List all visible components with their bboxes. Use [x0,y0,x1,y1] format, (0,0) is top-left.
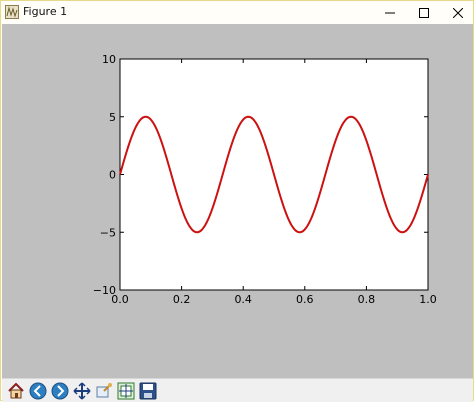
back-button[interactable] [27,380,48,401]
x-tick-label: 0.8 [358,293,376,306]
home-button[interactable] [5,380,26,401]
y-tick-label: 0 [109,169,116,182]
x-tick-label: 0.6 [296,293,314,306]
home-icon [7,382,24,398]
subplots-icon [117,382,134,399]
forward-button[interactable] [49,380,70,401]
minimize-icon [385,12,395,13]
figure-window: Figure 1 0.0 0.2 0.4 0.6 0.8 1.0 10 5 0 −5 −10 [0,0,474,402]
window-title: Figure 1 [23,5,68,18]
subplots-button[interactable] [115,380,136,401]
zoom-button[interactable] [93,380,114,401]
y-tick-label: 10 [102,53,116,66]
figure-canvas[interactable]: 0.0 0.2 0.4 0.6 0.8 1.0 10 5 0 −5 −10 [2,24,473,378]
save-icon [139,382,156,399]
close-button[interactable] [441,1,474,24]
x-tick-label: 0.4 [234,293,252,306]
zoom-icon [96,382,112,397]
matplotlib-app-icon [5,5,19,19]
plot-area: 0.0 0.2 0.4 0.6 0.8 1.01050−5−10 [93,53,437,306]
maximize-button[interactable] [407,1,441,24]
save-button[interactable] [137,380,158,401]
navigation-toolbar [2,378,473,402]
minimize-button[interactable] [373,1,407,24]
forward-icon [51,382,68,399]
y-tick-label: 5 [109,111,116,124]
x-tick-label: 0.2 [173,293,191,306]
y-tick-label: −10 [93,284,116,297]
pan-button[interactable] [71,380,92,401]
y-tick-label: −5 [100,226,116,239]
title-bar[interactable]: Figure 1 [1,1,473,24]
maximize-icon [419,7,429,18]
x-tick-label: 1.0 [419,293,437,306]
pan-icon [72,381,91,400]
close-icon [453,7,463,18]
back-icon [29,382,46,399]
